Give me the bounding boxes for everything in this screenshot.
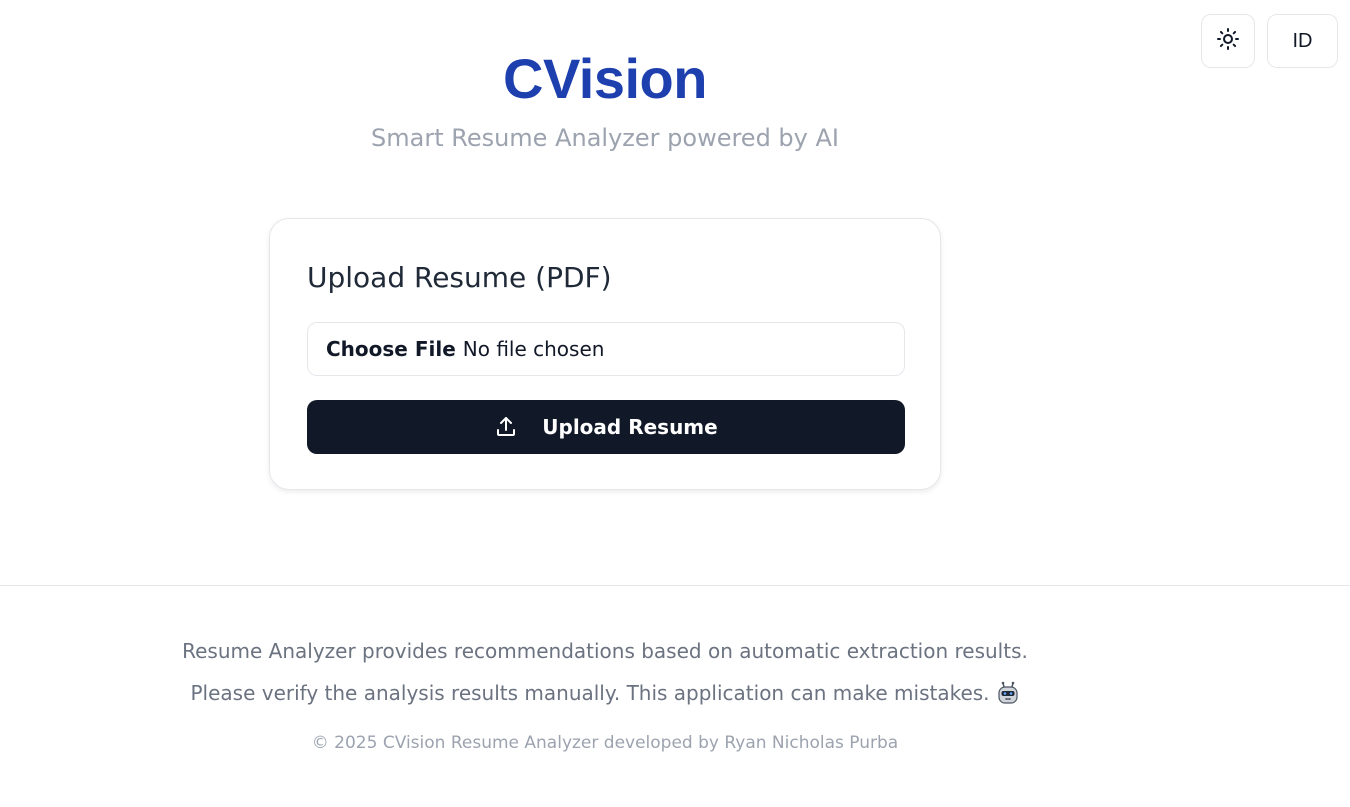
top-controls: ID bbox=[1201, 14, 1338, 68]
copyright: © 2025 CVision Resume Analyzer developed… bbox=[311, 733, 899, 753]
upload-resume-button[interactable]: Upload Resume bbox=[307, 400, 905, 454]
footer-disclaimer-2-text: Please verify the analysis results manua… bbox=[190, 681, 990, 705]
upload-icon bbox=[494, 415, 518, 439]
file-input[interactable]: Choose File No file chosen bbox=[307, 322, 905, 376]
footer-disclaimer-2: Please verify the analysis results manua… bbox=[0, 681, 1210, 710]
card-title: Upload Resume (PDF) bbox=[307, 261, 612, 294]
choose-file-button[interactable]: Choose File bbox=[326, 337, 456, 361]
brand-title: CVision bbox=[503, 47, 707, 110]
footer-disclaimer-1: Resume Analyzer provides recommendations… bbox=[182, 639, 1028, 663]
footer-divider bbox=[0, 585, 1350, 586]
language-button[interactable]: ID bbox=[1267, 14, 1338, 68]
upload-card: Upload Resume (PDF) Choose File No file … bbox=[269, 218, 941, 490]
file-status: No file chosen bbox=[462, 337, 605, 361]
sun-icon bbox=[1216, 27, 1240, 55]
robot-icon bbox=[996, 681, 1020, 710]
page: ID CVision Smart Resume Analyzer powered… bbox=[0, 0, 1350, 807]
upload-button-label: Upload Resume bbox=[542, 415, 718, 439]
tagline: Smart Resume Analyzer powered by AI bbox=[371, 124, 839, 152]
